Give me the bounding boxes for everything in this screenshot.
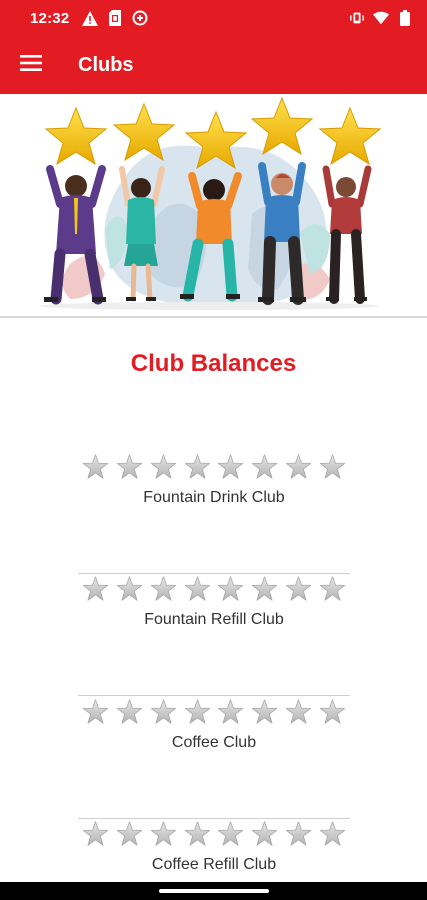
star-rating — [82, 697, 346, 725]
star-empty-icon — [116, 820, 142, 846]
vibrate-icon — [349, 10, 365, 26]
star-empty-icon — [184, 575, 210, 601]
star-empty-icon — [286, 698, 312, 724]
star-empty-icon — [184, 820, 210, 846]
star-empty-icon — [252, 820, 278, 846]
battery-icon — [397, 10, 413, 26]
person-5 — [322, 165, 372, 304]
status-left: 12:32 — [30, 10, 148, 27]
gold-star-5 — [318, 106, 382, 166]
star-empty-icon — [286, 453, 312, 479]
club-row[interactable]: Fountain Refill Club — [78, 574, 350, 696]
hamburger-menu-icon — [20, 54, 42, 76]
star-empty-icon — [184, 698, 210, 724]
star-empty-icon — [286, 575, 312, 601]
star-empty-icon — [150, 453, 176, 479]
club-name: Coffee Club — [171, 734, 257, 751]
people-holding-stars-illustration — [40, 96, 382, 310]
star-rating — [82, 819, 346, 847]
star-empty-icon — [184, 453, 210, 479]
data-saver-icon — [132, 10, 148, 26]
app-bar: Clubs — [0, 36, 427, 94]
star-empty-icon — [218, 820, 244, 846]
star-empty-icon — [82, 453, 109, 479]
star-empty-icon — [82, 575, 109, 601]
sim-card-icon — [107, 10, 123, 26]
star-empty-icon — [218, 453, 244, 479]
warning-icon — [82, 10, 99, 26]
club-balances-heading: Club Balances — [130, 350, 297, 377]
star-empty-icon — [116, 698, 142, 724]
star-empty-icon — [82, 820, 109, 846]
hero-banner — [0, 94, 427, 318]
star-empty-icon — [116, 453, 142, 479]
club-name: Fountain Refill Club — [144, 611, 284, 628]
star-empty-icon — [319, 820, 345, 846]
gold-star-1 — [44, 106, 108, 166]
star-empty-icon — [150, 698, 176, 724]
page-title: Clubs — [78, 53, 134, 76]
star-rating — [82, 574, 346, 602]
star-empty-icon — [218, 575, 244, 601]
star-empty-icon — [150, 820, 176, 846]
club-name: Fountain Drink Club — [143, 489, 285, 506]
gold-star-4 — [250, 96, 314, 156]
star-empty-icon — [116, 575, 142, 601]
status-bar: 12:32 — [0, 0, 427, 36]
star-empty-icon — [252, 575, 278, 601]
star-empty-icon — [319, 698, 345, 724]
star-empty-icon — [252, 453, 278, 479]
club-row[interactable]: Coffee Club — [78, 697, 350, 819]
home-gesture-handle[interactable] — [158, 889, 269, 893]
system-nav-bar — [0, 882, 427, 900]
star-empty-icon — [82, 698, 109, 724]
star-empty-icon — [252, 698, 278, 724]
menu-button[interactable] — [0, 36, 62, 94]
star-empty-icon — [319, 575, 345, 601]
divider — [78, 695, 350, 696]
star-empty-icon — [286, 820, 312, 846]
status-right — [349, 10, 413, 26]
star-empty-icon — [218, 698, 244, 724]
wifi-icon — [373, 10, 389, 26]
star-empty-icon — [150, 575, 176, 601]
star-rating — [82, 452, 346, 480]
club-name: Coffee Refill Club — [151, 856, 277, 873]
star-empty-icon — [319, 453, 345, 479]
club-row[interactable]: Fountain Drink Club — [78, 452, 350, 574]
status-time: 12:32 — [30, 9, 70, 27]
